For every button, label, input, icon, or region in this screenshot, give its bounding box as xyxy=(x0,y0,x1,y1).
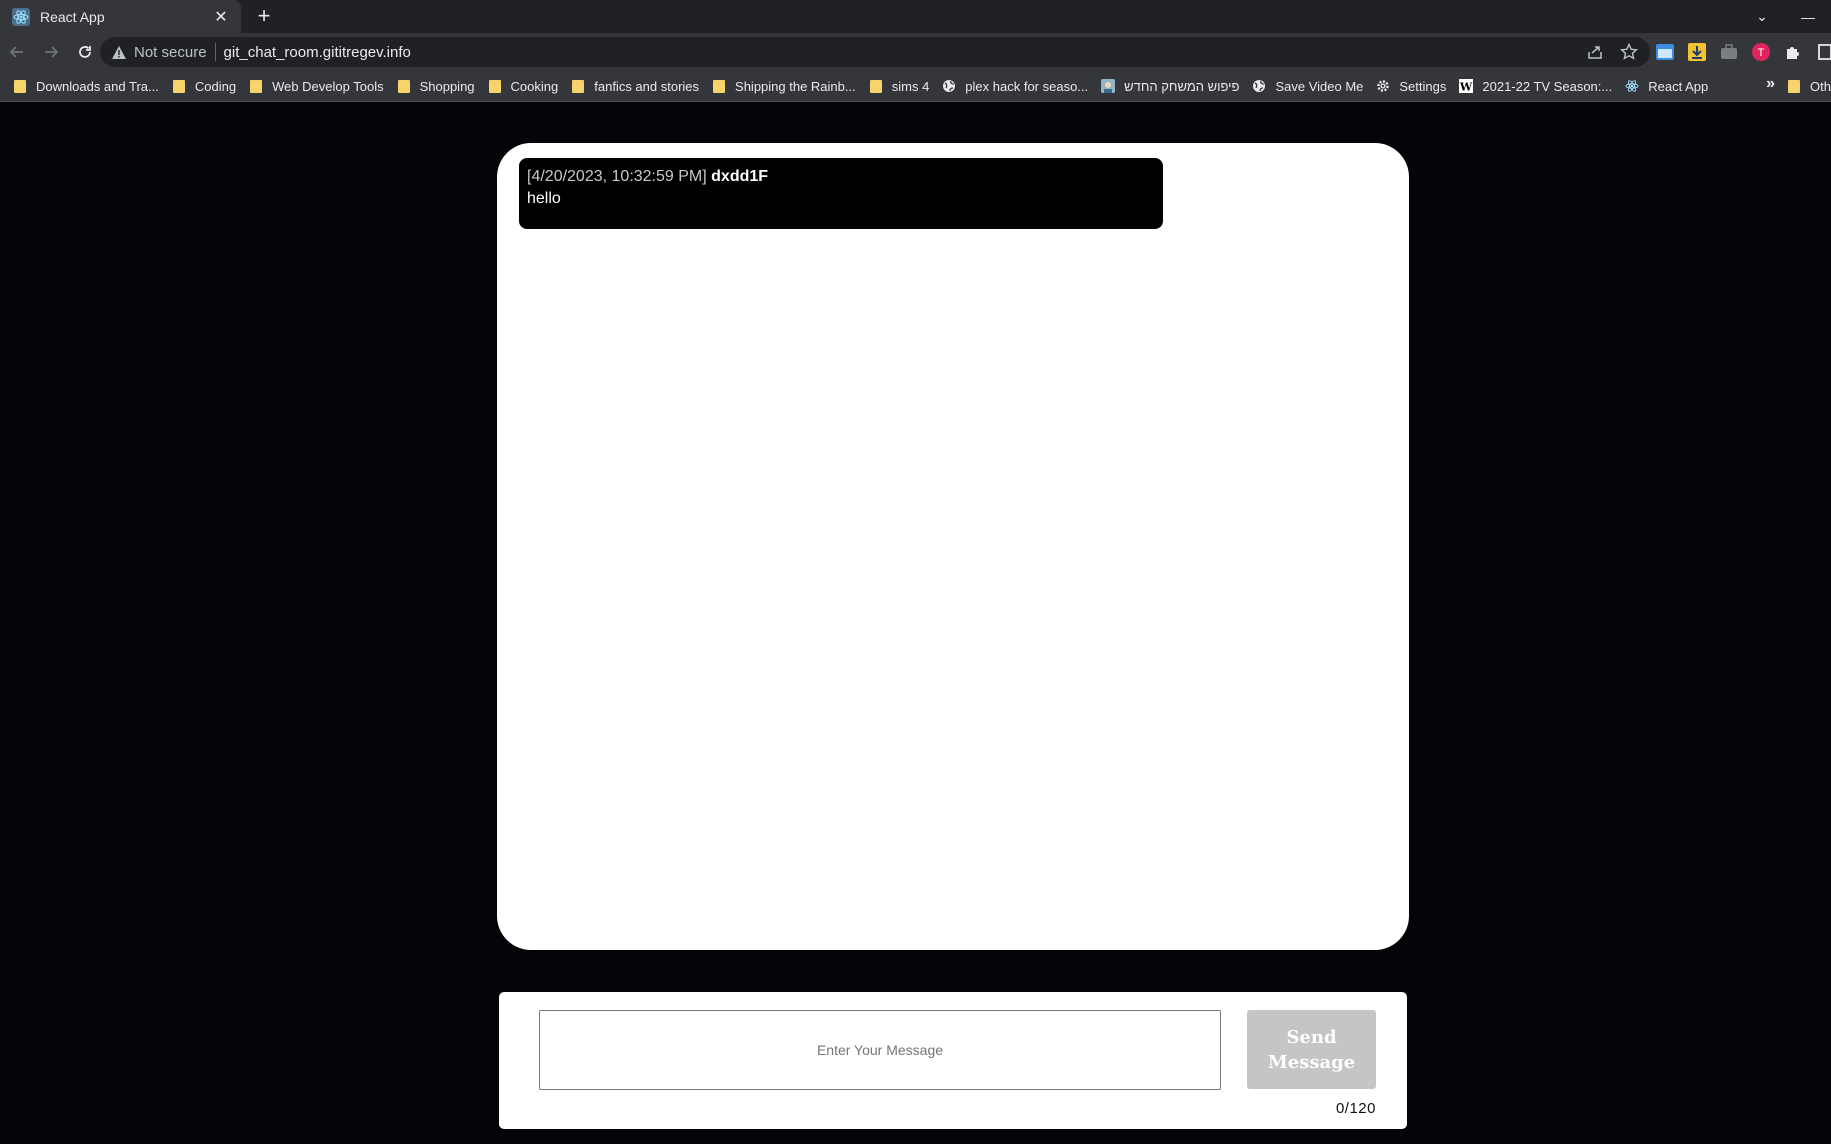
bookmark-folder[interactable]: Coding xyxy=(167,73,244,99)
back-arrow-icon[interactable] xyxy=(0,37,34,67)
folder-icon xyxy=(711,78,727,94)
message-text: hello xyxy=(527,190,561,207)
security-label[interactable]: Not secure xyxy=(134,44,207,61)
folder-icon xyxy=(396,78,412,94)
bookmark-label: React App xyxy=(1648,78,1709,94)
message-timestamp: [4/20/2023, 10:32:59 PM] xyxy=(527,168,707,185)
window-controls: ⌄ — xyxy=(1739,0,1831,33)
chat-message: [4/20/2023, 10:32:59 PM] dxdd1F hello xyxy=(519,158,1163,229)
folder-icon xyxy=(1786,78,1802,94)
bookmark-label: Save Video Me xyxy=(1275,78,1364,94)
bookmark-label: sims 4 xyxy=(891,78,930,94)
bookmark-label: Cooking xyxy=(510,78,559,94)
bookmark-link[interactable]: W 2021-22 TV Season:... xyxy=(1454,73,1620,99)
profile-extension-icon[interactable]: T xyxy=(1750,41,1772,63)
svg-text:T: T xyxy=(1758,47,1765,59)
folder-icon xyxy=(868,78,884,94)
globe-icon xyxy=(1251,78,1267,94)
browser-toolbar: Not secure git_chat_room.gititregev.info… xyxy=(0,33,1831,71)
bookmark-label: פיפוש המשחק החדש xyxy=(1124,78,1240,94)
star-icon[interactable] xyxy=(1619,42,1639,66)
bookmark-label: 2021-22 TV Season:... xyxy=(1482,78,1613,94)
folder-icon xyxy=(487,78,503,94)
download-icon[interactable] xyxy=(1686,41,1708,63)
bookmark-link[interactable]: Save Video Me xyxy=(1247,73,1371,99)
react-icon xyxy=(1624,78,1640,94)
bookmark-label: Shipping the Rainb... xyxy=(735,78,856,94)
bookmark-link[interactable]: Settings xyxy=(1371,73,1454,99)
extension-picture-icon[interactable] xyxy=(1654,41,1676,63)
image-icon xyxy=(1100,78,1116,94)
bookmark-folder[interactable]: sims 4 xyxy=(864,73,938,99)
chat-messages-panel[interactable]: [4/20/2023, 10:32:59 PM] dxdd1F hello xyxy=(497,143,1409,950)
puzzle-icon[interactable] xyxy=(1782,41,1804,63)
folder-icon xyxy=(12,78,28,94)
bookmark-label: Shopping xyxy=(419,78,475,94)
wikipedia-w-icon: W xyxy=(1458,78,1474,94)
bookmark-label: plex hack for seaso... xyxy=(965,78,1089,94)
bookmark-link[interactable]: פיפוש המשחק החדש xyxy=(1096,73,1247,99)
message-username: dxdd1F xyxy=(711,168,769,185)
folder-icon xyxy=(248,78,264,94)
browser-tab[interactable]: React App ✕ xyxy=(0,0,241,33)
bookmark-label: Coding xyxy=(194,78,237,94)
divider xyxy=(214,43,216,61)
minimize-button[interactable]: — xyxy=(1785,9,1831,25)
message-header: [4/20/2023, 10:32:59 PM] dxdd1F xyxy=(527,167,1155,186)
bookmark-label: Settings xyxy=(1399,78,1447,94)
bookmark-link[interactable]: plex hack for seaso... xyxy=(937,73,1096,99)
react-icon xyxy=(12,7,30,26)
folder-icon xyxy=(570,78,586,94)
new-tab-button[interactable]: + xyxy=(252,5,276,29)
message-composer: Send Message 0/120 xyxy=(499,992,1407,1129)
bookmark-folder[interactable]: Shipping the Rainb... xyxy=(707,73,864,99)
bookmark-label: Web Develop Tools xyxy=(272,78,384,94)
tab-search-icon[interactable]: ⌄ xyxy=(1739,8,1785,25)
forward-arrow-icon[interactable] xyxy=(34,37,68,67)
bookmark-folder[interactable]: Cooking xyxy=(483,73,567,99)
gear-icon xyxy=(1375,78,1391,94)
bookmarks-bar: Downloads and Tra... Coding Web Develop … xyxy=(0,71,1831,102)
bookmark-folder[interactable]: Downloads and Tra... xyxy=(8,73,167,99)
address-bar[interactable]: Not secure git_chat_room.gititregev.info xyxy=(100,37,1650,67)
other-bookmarks-folder[interactable]: Oth xyxy=(1786,71,1831,101)
tab-strip: React App ✕ + ⌄ — xyxy=(0,0,1831,33)
extensions-area: T xyxy=(1654,37,1831,67)
bookmark-link[interactable]: React App xyxy=(1620,73,1716,99)
message-input[interactable] xyxy=(539,1010,1221,1090)
close-icon[interactable]: ✕ xyxy=(209,7,233,27)
bookmark-folder[interactable]: Shopping xyxy=(392,73,483,99)
bookmark-label: fanfics and stories xyxy=(594,78,700,94)
share-icon[interactable] xyxy=(1586,43,1604,66)
chat-page: [4/20/2023, 10:32:59 PM] dxdd1F hello Se… xyxy=(0,103,1831,1144)
bookmark-label: Oth xyxy=(1810,78,1831,94)
briefcase-icon[interactable] xyxy=(1718,41,1740,63)
folder-icon xyxy=(171,78,187,94)
send-message-button[interactable]: Send Message xyxy=(1247,1010,1376,1089)
warning-icon[interactable] xyxy=(112,45,126,59)
side-panel-icon[interactable] xyxy=(1814,41,1831,63)
svg-text:W: W xyxy=(1459,81,1473,94)
reload-icon[interactable] xyxy=(68,37,102,67)
tab-title: React App xyxy=(40,8,105,25)
bookmarks-overflow-button[interactable]: » xyxy=(1766,75,1775,93)
url-text[interactable]: git_chat_room.gititregev.info xyxy=(224,44,411,61)
bookmark-label: Downloads and Tra... xyxy=(36,78,159,94)
globe-icon xyxy=(941,78,957,94)
omnibox-actions xyxy=(1586,42,1639,66)
character-counter: 0/120 xyxy=(1335,1100,1376,1117)
bookmark-folder[interactable]: Web Develop Tools xyxy=(244,73,392,99)
bookmark-folder[interactable]: fanfics and stories xyxy=(566,73,707,99)
